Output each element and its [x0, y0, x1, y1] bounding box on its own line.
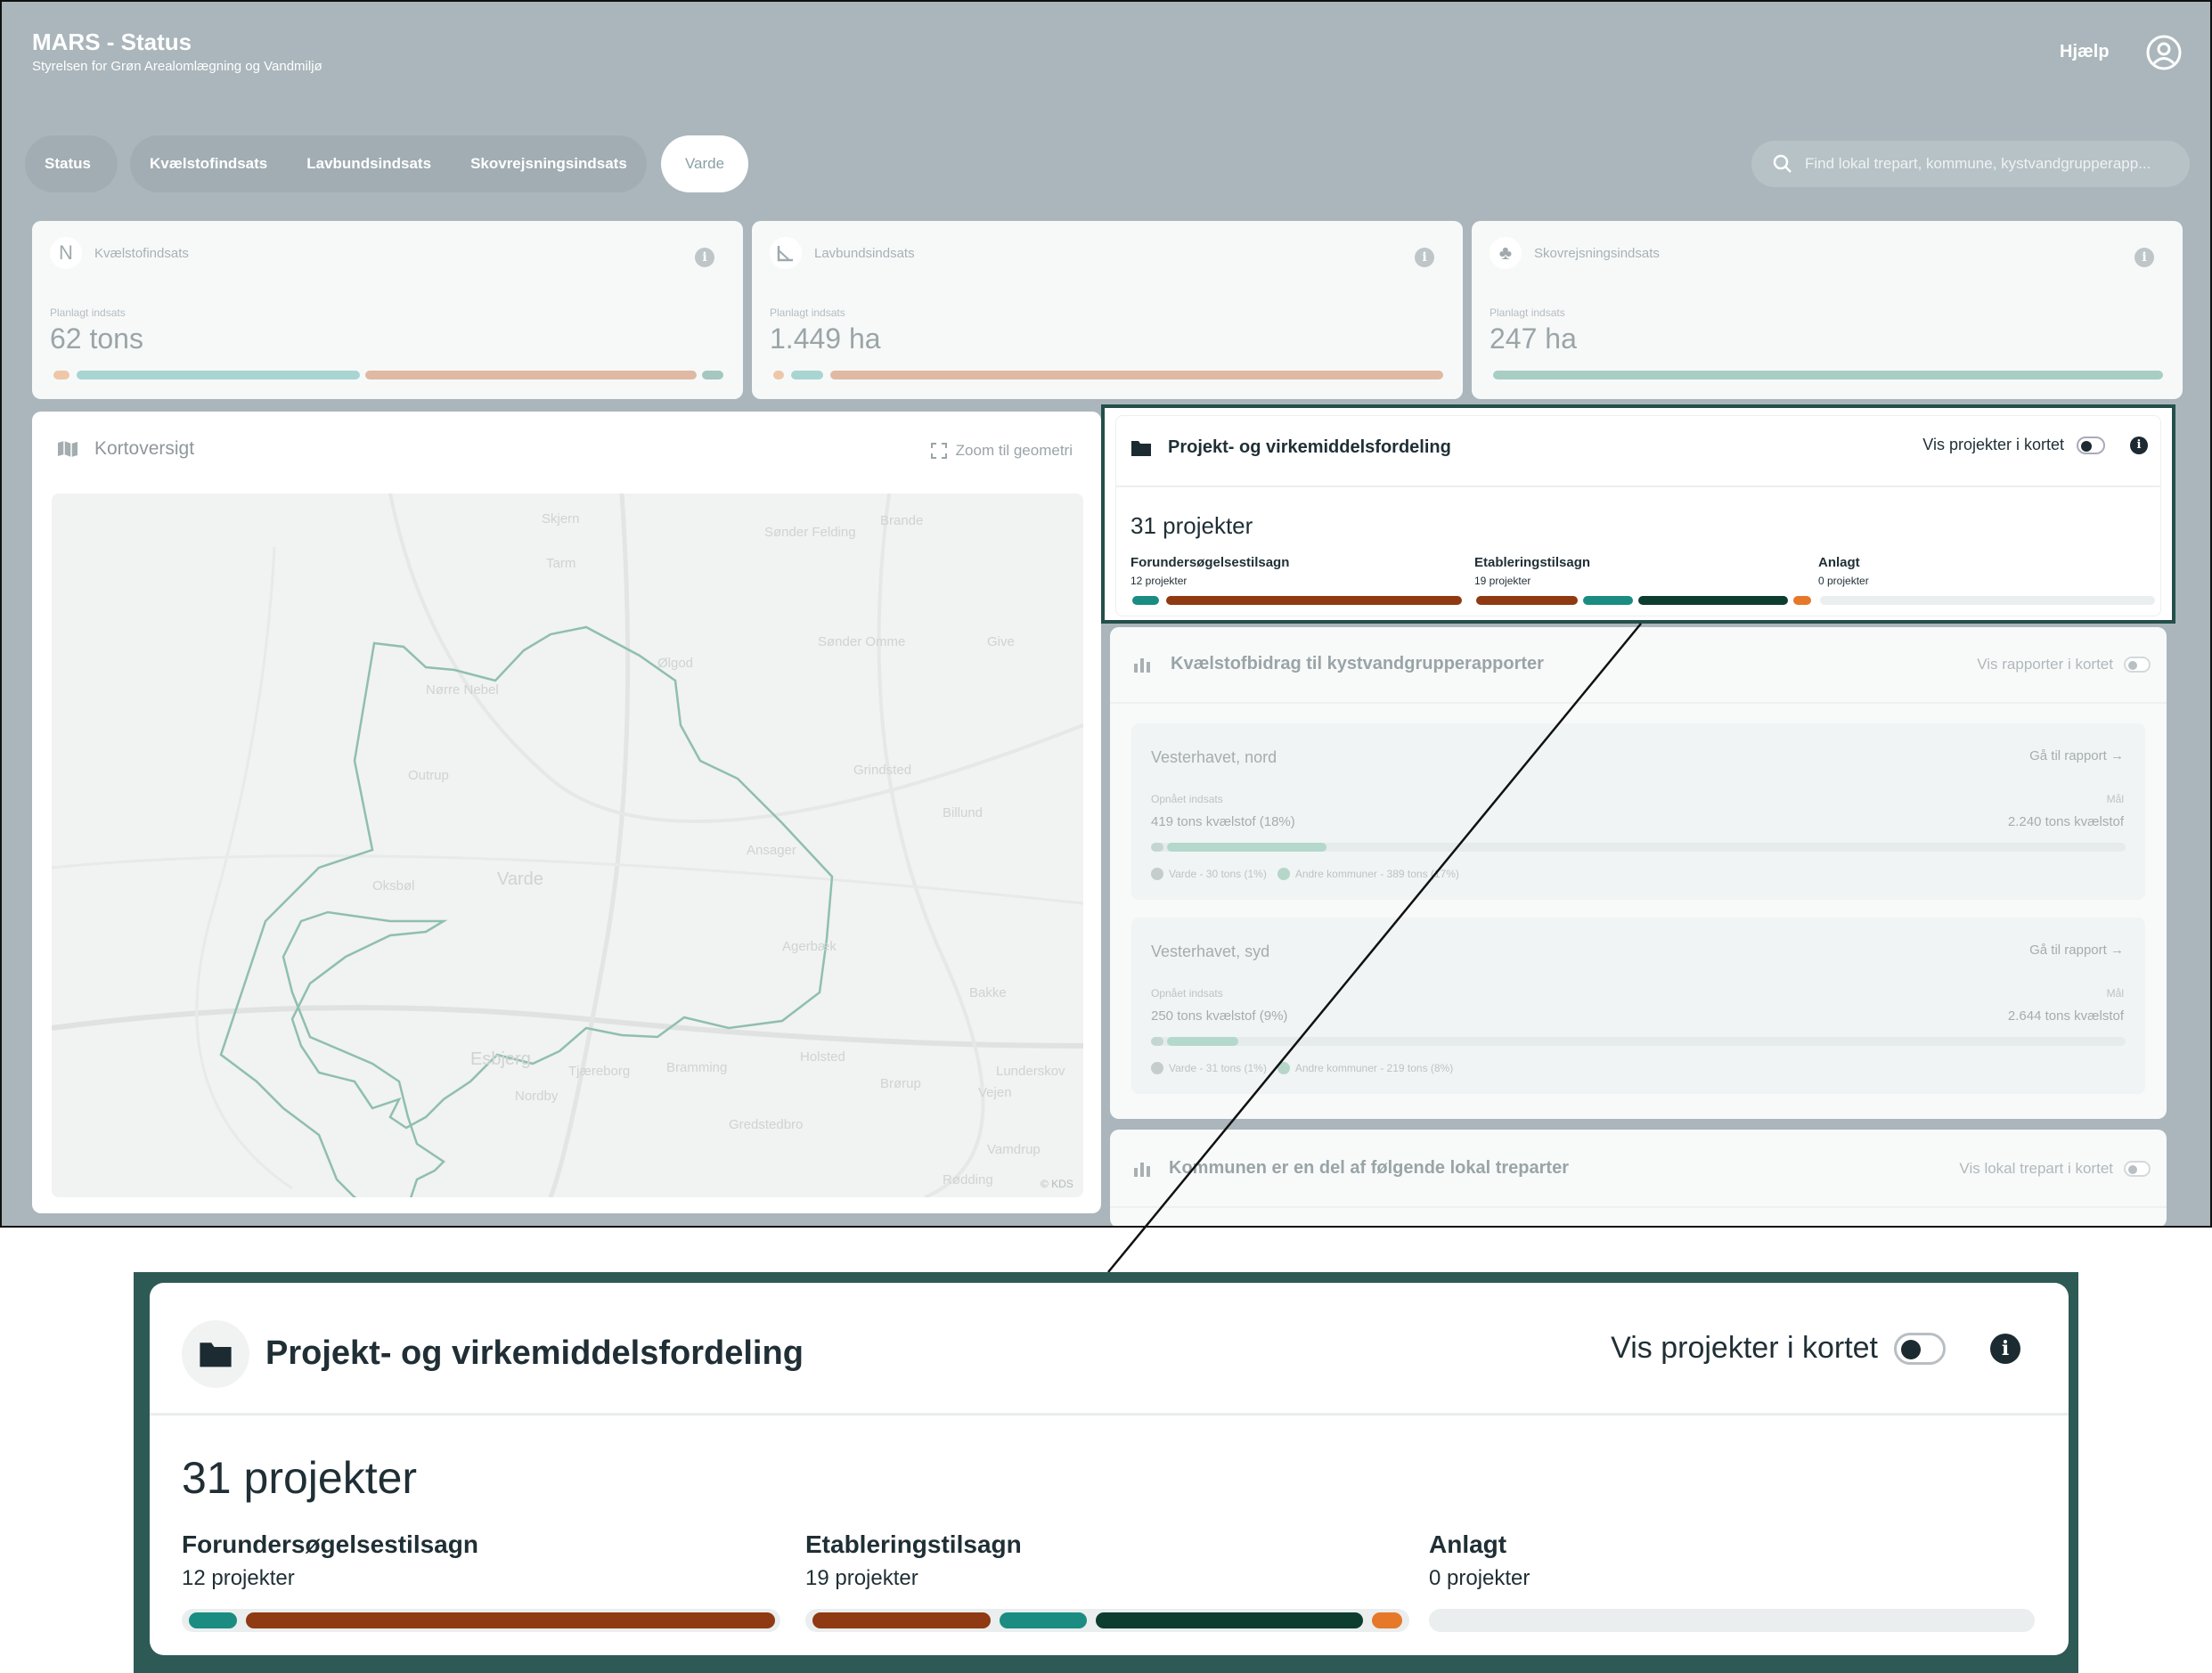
phase-name: Forundersøgelsestilsagn	[182, 1530, 478, 1558]
phase-bar-segment	[1372, 1612, 1402, 1628]
phase-bar-segment	[812, 1612, 991, 1628]
phase-bar-segment	[1096, 1612, 1363, 1628]
projects-count: 31 projekter	[182, 1453, 418, 1503]
phase-count: 0 projekter	[1429, 1566, 1530, 1590]
phase-name: Anlagt	[1429, 1530, 1507, 1558]
projects-toggle-label: Vis projekter i kortet	[1611, 1331, 1878, 1365]
phase-bar-segment	[189, 1612, 237, 1628]
phase-bar-segment	[246, 1612, 775, 1628]
folder-icon	[182, 1320, 249, 1388]
projects-title: Projekt- og virkemiddelsfordeling	[265, 1334, 804, 1372]
phase-name: Etableringstilsagn	[805, 1530, 1022, 1558]
phase-bar-segment	[1000, 1612, 1087, 1628]
projects-panel-zoomed: Projekt- og virkemiddelsfordeling Vis pr…	[150, 1283, 2069, 1655]
phase-count: 19 projekter	[805, 1566, 918, 1590]
phase-count: 12 projekter	[182, 1566, 295, 1590]
phase-bar-empty	[1429, 1609, 2035, 1632]
projects-toggle[interactable]	[1894, 1332, 1946, 1365]
info-icon[interactable]: i	[1990, 1333, 2020, 1364]
